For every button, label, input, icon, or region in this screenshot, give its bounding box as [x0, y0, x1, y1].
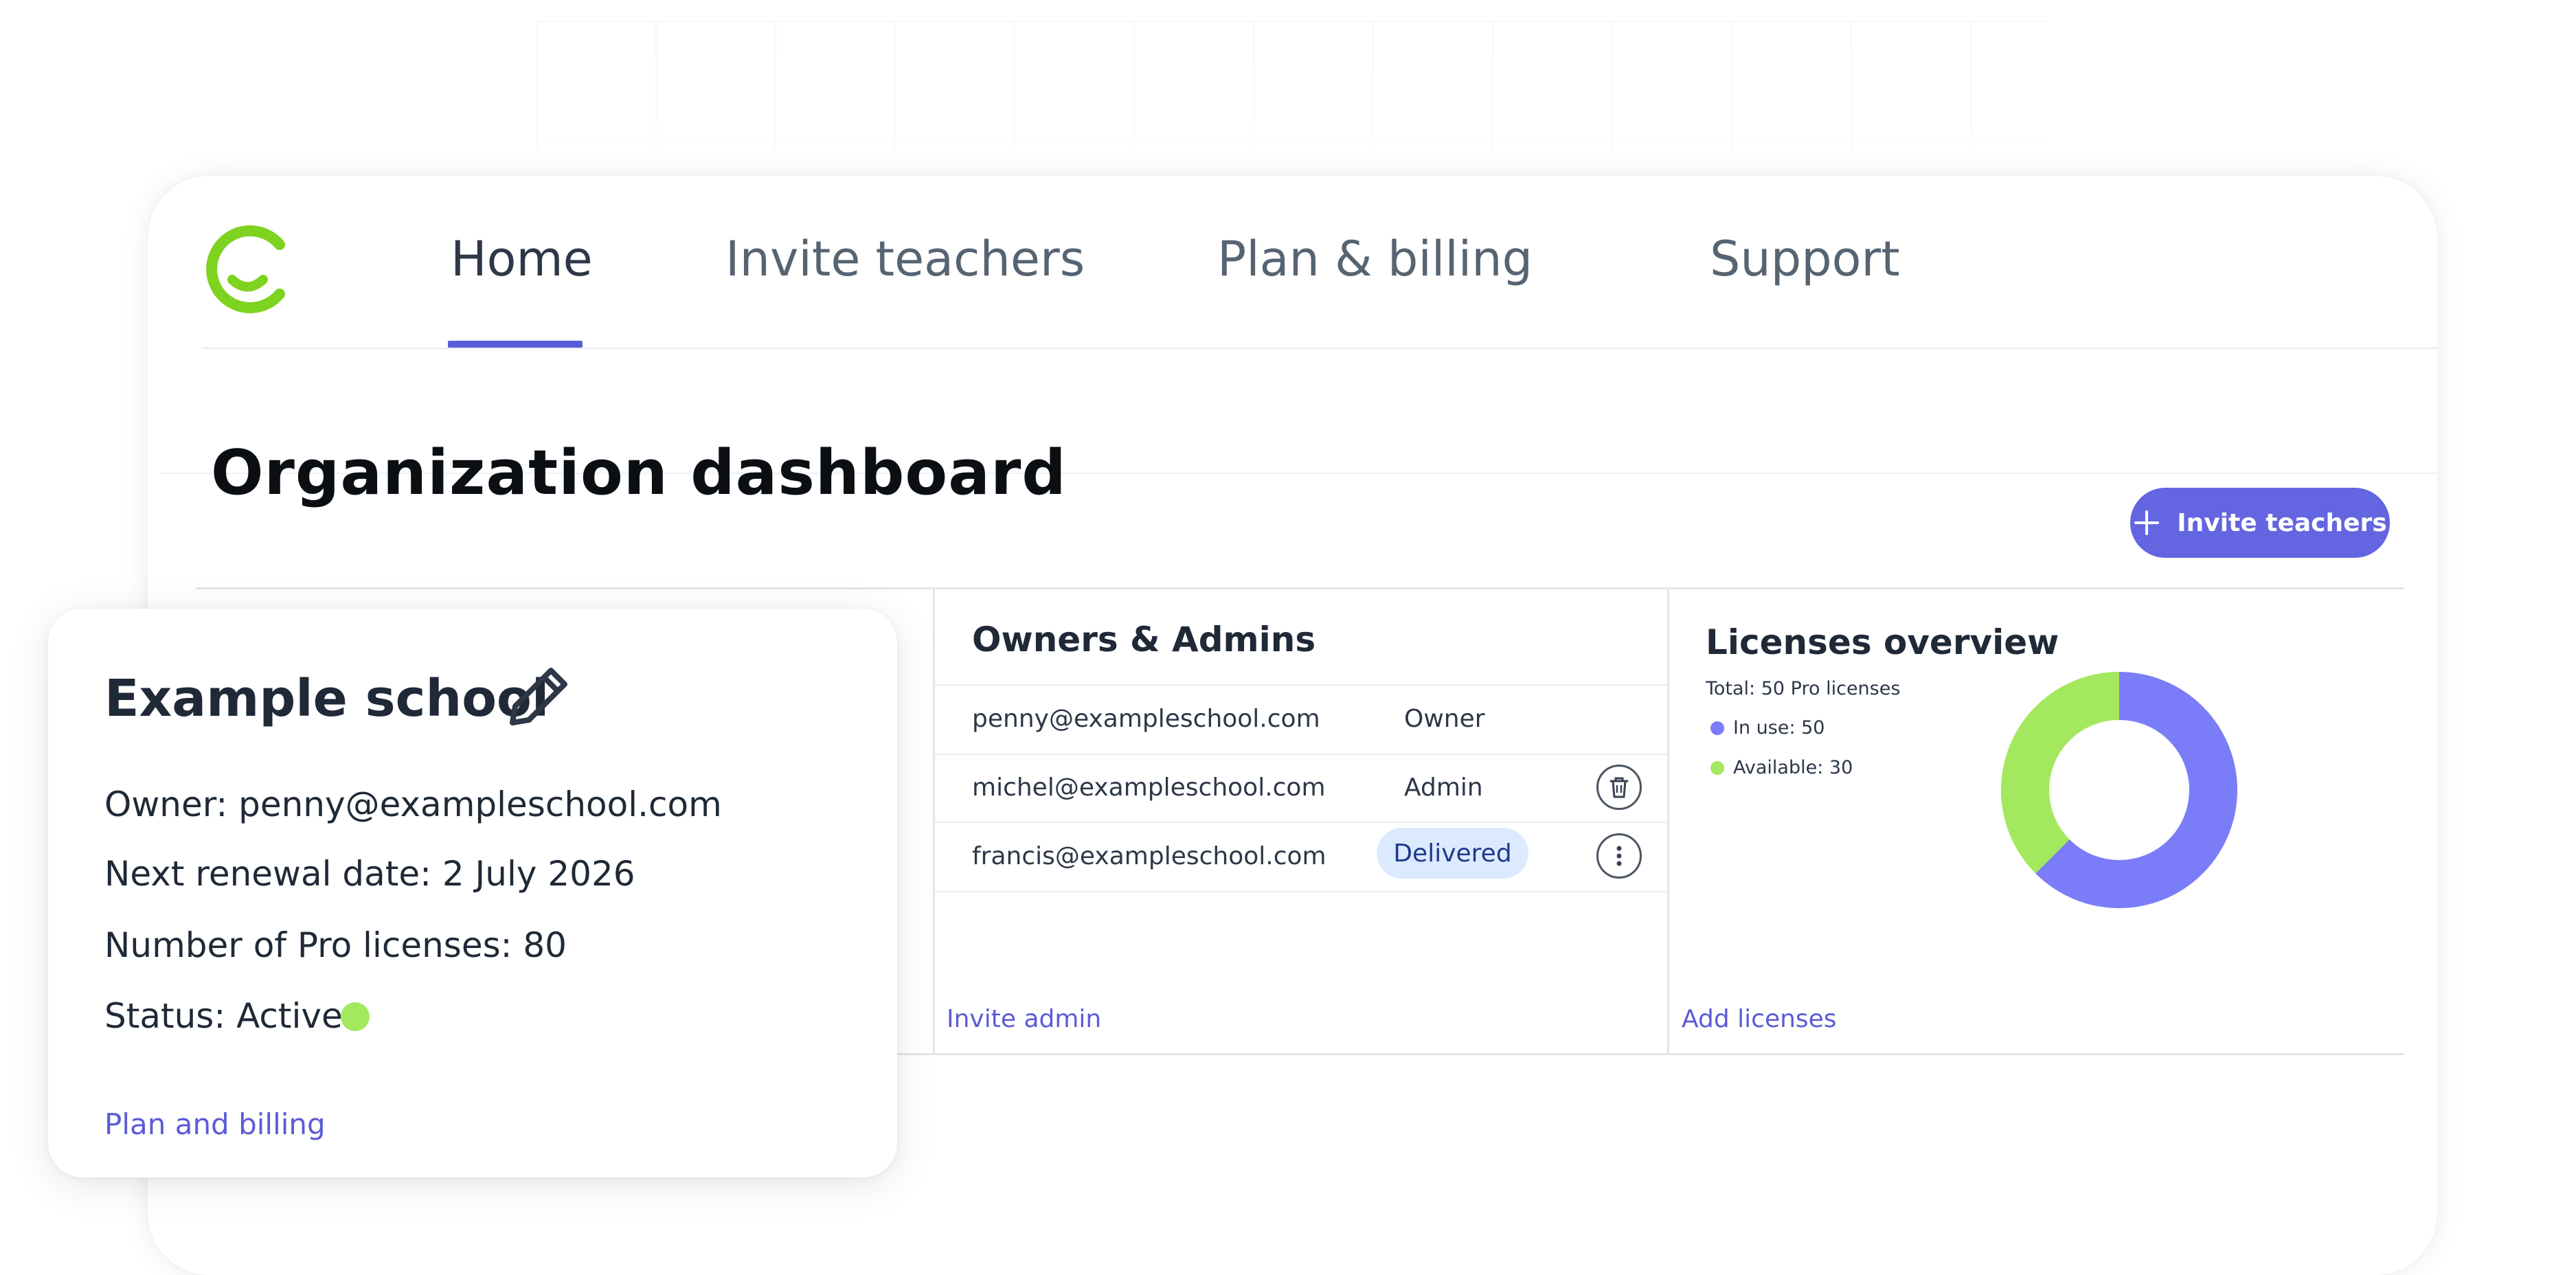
in-use-legend-label: In use: 50	[1733, 717, 1825, 738]
admin-email: michel@exampleschool.com	[972, 774, 1326, 802]
nav-divider	[203, 348, 2437, 349]
page-title: Organization dashboard	[211, 437, 1067, 509]
add-licenses-link[interactable]: Add licenses	[1682, 1005, 1837, 1033]
licenses-total: Total: 50 Pro licenses	[1706, 678, 1901, 699]
pencil-icon[interactable]	[504, 662, 573, 731]
plus-icon	[2134, 510, 2160, 535]
tab-plan-billing[interactable]: Plan & billing	[1217, 231, 1533, 287]
row-divider	[935, 754, 1667, 755]
in-use-legend-dot	[1710, 721, 1724, 735]
smile-logo-icon	[206, 225, 285, 313]
active-tab-indicator	[448, 341, 583, 348]
tab-home[interactable]: Home	[451, 231, 593, 287]
row-divider	[935, 891, 1667, 892]
status-badge: Delivered	[1377, 828, 1528, 879]
available-legend-label: Available: 30	[1733, 757, 1853, 778]
trash-icon	[1609, 777, 1629, 798]
owner-role: Owner	[1404, 705, 1485, 733]
plan-and-billing-link[interactable]: Plan and billing	[104, 1107, 326, 1141]
owner-email: penny@exampleschool.com	[972, 705, 1320, 733]
panel-divider-right	[1667, 587, 1669, 1054]
panels-bottom-border	[897, 1053, 2404, 1055]
tab-support[interactable]: Support	[1710, 231, 1900, 287]
status-active-dot	[341, 1002, 370, 1031]
licenses-overview-title: Licenses overview	[1706, 622, 2059, 662]
invite-admin-link[interactable]: Invite admin	[947, 1005, 1101, 1033]
school-status: Status: Active	[104, 996, 343, 1036]
panels-top-border	[196, 587, 2404, 589]
invitee-email: francis@exampleschool.com	[972, 842, 1326, 870]
panel-divider-left	[933, 587, 935, 1054]
school-owner: Owner: penny@exampleschool.com	[104, 785, 722, 824]
owners-admins-title: Owners & Admins	[972, 620, 1316, 659]
row-divider	[935, 822, 1667, 823]
tab-invite-teachers[interactable]: Invite teachers	[725, 231, 1085, 287]
school-licenses-count: Number of Pro licenses: 80	[104, 925, 567, 965]
row-divider	[935, 684, 1667, 686]
licenses-donut-chart	[2001, 672, 2237, 908]
invite-teachers-label: Invite teachers	[2177, 508, 2387, 537]
available-legend-dot	[1710, 761, 1724, 775]
school-name: Example school	[104, 669, 550, 728]
admin-role: Admin	[1404, 774, 1483, 802]
delete-admin-button[interactable]	[1596, 765, 1642, 810]
invite-teachers-button[interactable]: Invite teachers	[2130, 488, 2390, 558]
school-renewal-date: Next renewal date: 2 July 2026	[104, 854, 635, 894]
more-vertical-icon	[1616, 846, 1622, 866]
invitee-more-button[interactable]	[1596, 833, 1642, 879]
